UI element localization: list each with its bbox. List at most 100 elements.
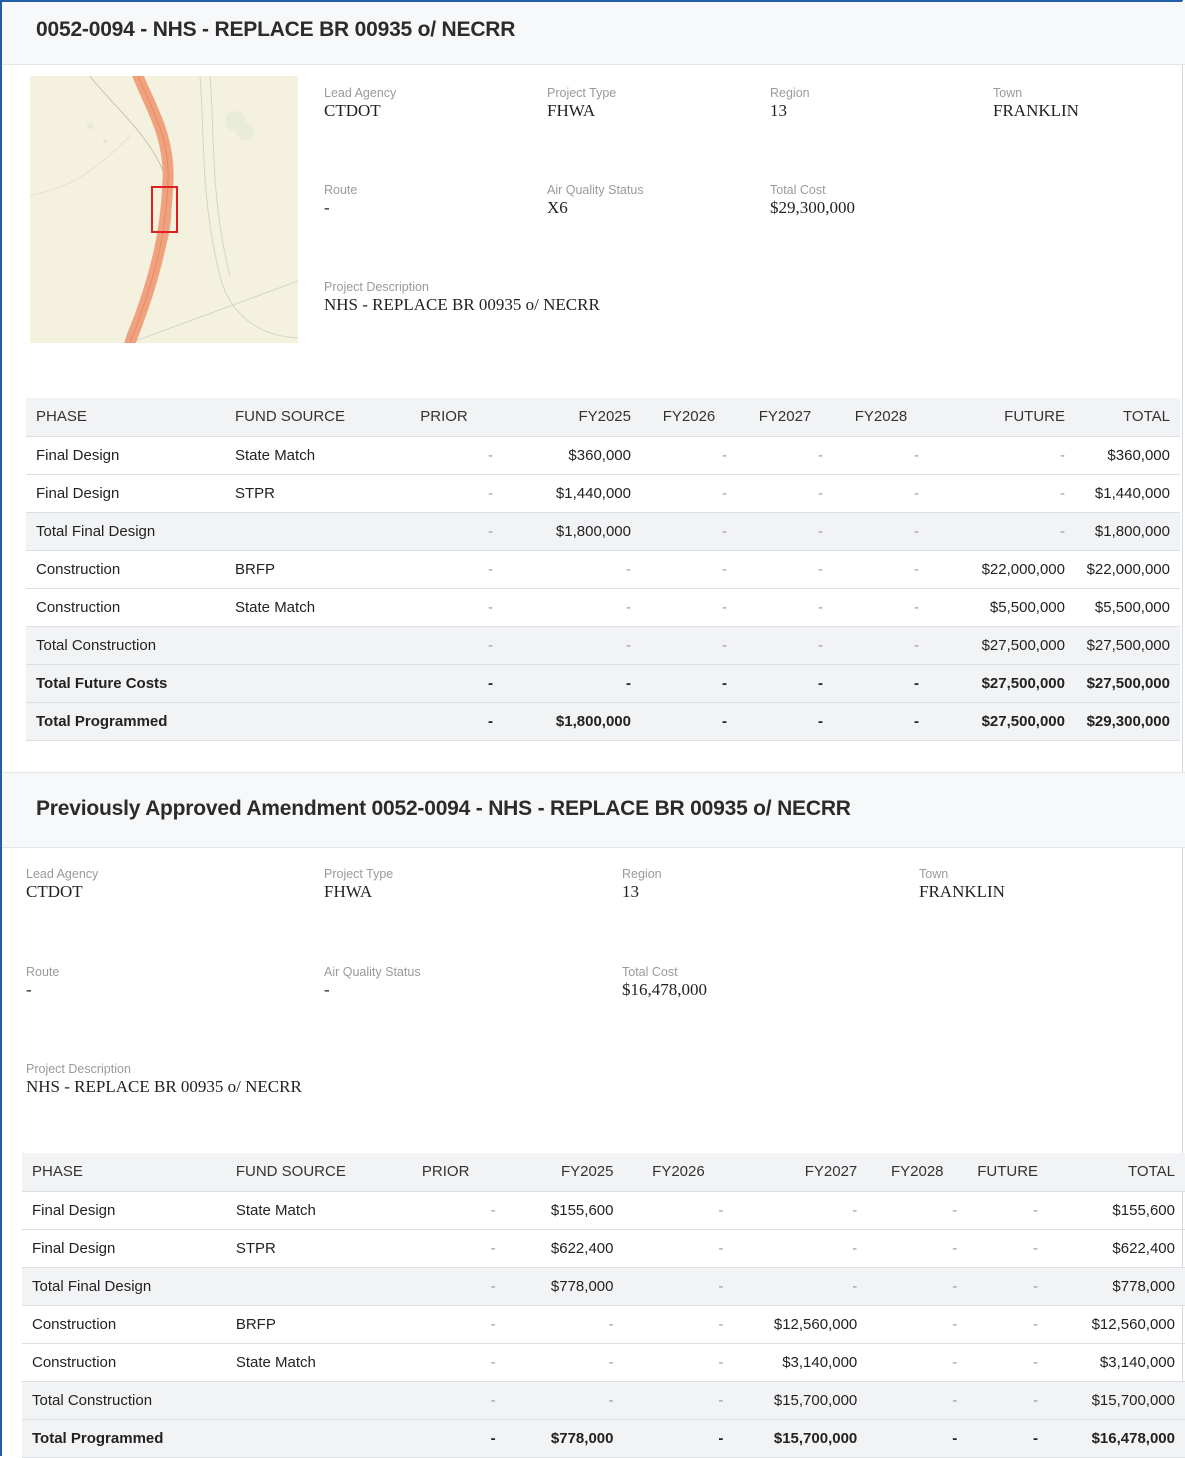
table-row: Construction State Match - - - $3,140,000- - $3… [22, 1343, 1185, 1382]
table-cell: - [641, 626, 737, 665]
table-cell: $1,800,000 [1075, 512, 1180, 551]
table-cell: - [623, 1343, 734, 1382]
table-cell: $1,440,000 [503, 474, 641, 513]
table-row: Total Programmed - $1,800,000- - - $27,500,00… [26, 702, 1180, 741]
table-cell: - [867, 1305, 968, 1344]
project-location-map[interactable] [30, 76, 298, 343]
table-cell [225, 702, 385, 741]
table-cell: - [623, 1267, 734, 1306]
table-cell: - [385, 1191, 506, 1230]
table-cell: - [641, 436, 737, 475]
table-cell: - [505, 1305, 624, 1344]
table-cell: - [623, 1419, 734, 1458]
total-cost-field: Total Cost $29,300,000 [770, 183, 855, 217]
table-cell: - [967, 1343, 1049, 1382]
table-cell: State Match [225, 588, 385, 627]
table-cell: $15,700,000 [733, 1419, 868, 1458]
table-row: Construction State Match - - - - - $5,500,000 $5… [26, 588, 1180, 627]
table-cell: $15,700,000 [733, 1381, 868, 1420]
table-cell: $1,800,000 [503, 702, 641, 741]
table-cell: - [867, 1419, 968, 1458]
amendment-lead-agency-field: Lead Agency CTDOT [26, 867, 99, 901]
table-cell: Final Design [26, 436, 225, 475]
table-row: Total Future Costs - - - - - $27,500,000 $27,50… [26, 664, 1180, 703]
table-cell: $778,000 [1048, 1267, 1185, 1306]
table-cell: - [929, 474, 1075, 513]
table-cell: - [641, 474, 737, 513]
table-cell: $27,500,000 [1075, 626, 1180, 665]
table-cell: - [833, 436, 929, 475]
table-cell: - [833, 474, 929, 513]
table-cell: $16,478,000 [1048, 1419, 1185, 1458]
column-header-fy2025: FY2025 [505, 1153, 624, 1192]
table-cell [225, 1267, 386, 1306]
table-cell: - [867, 1381, 968, 1420]
table-cell [225, 1381, 386, 1420]
table-cell: - [867, 1343, 968, 1382]
amendment-project-type-field: Project Type FHWA [324, 867, 394, 901]
table-cell: $1,440,000 [1075, 474, 1180, 513]
table-cell: - [641, 664, 737, 703]
table-cell: - [623, 1191, 734, 1230]
table-cell: - [833, 702, 929, 741]
town-field: Town FRANKLIN [993, 86, 1079, 120]
table-cell: $155,600 [1048, 1191, 1185, 1230]
table-cell: $360,000 [503, 436, 641, 475]
table-cell: - [385, 550, 503, 589]
table-cell: $622,400 [505, 1229, 624, 1268]
table-row: Construction BRFP - - - $12,560,000- - $12,560,… [22, 1305, 1185, 1344]
column-header-prior: PRIOR [385, 398, 503, 437]
table-cell [225, 1419, 386, 1458]
region-field: Region 13 [770, 86, 810, 120]
table-cell: $360,000 [1075, 436, 1180, 475]
table-cell: - [833, 550, 929, 589]
table-cell: - [737, 436, 833, 475]
table-cell: Final Design [26, 474, 225, 513]
table-cell: - [623, 1229, 734, 1268]
table-cell: $3,140,000 [733, 1343, 868, 1382]
map-graphic [30, 76, 298, 343]
table-cell: - [385, 436, 503, 475]
table-row: Final Design State Match - $155,600- - - - $155… [22, 1191, 1185, 1230]
table-cell: Total Future Costs [26, 664, 225, 703]
column-header-fy2026: FY2026 [623, 1153, 734, 1192]
project-cost-table: PHASE FUND SOURCE PRIOR FY2025 FY2026 FY2027 F… [26, 398, 1180, 741]
table-cell: Total Construction [26, 626, 225, 665]
amendment-town-field: Town FRANKLIN [919, 867, 1005, 901]
table-cell: - [733, 1267, 868, 1306]
project-header: 0052-0094 - NHS - REPLACE BR 00935 o/ NE… [2, 2, 1185, 65]
table-cell: - [641, 550, 737, 589]
table-cell: - [967, 1419, 1049, 1458]
table-cell: $27,500,000 [929, 664, 1075, 703]
table-header-row: PHASE FUND SOURCE PRIOR FY2025 FY2026 FY2027 F… [26, 398, 1180, 437]
column-header-fy2026: FY2026 [641, 398, 737, 437]
table-cell: - [967, 1305, 1049, 1344]
table-cell: BRFP [225, 550, 385, 589]
column-header-fund-source: FUND SOURCE [225, 1153, 386, 1192]
table-cell: - [641, 702, 737, 741]
table-cell: - [737, 550, 833, 589]
column-header-future: FUTURE [929, 398, 1075, 437]
table-cell: Total Final Design [26, 512, 225, 551]
table-cell: - [867, 1267, 968, 1306]
table-cell: - [733, 1229, 868, 1268]
table-row: Final Design STPR - $1,440,000- - - - $1,440,00… [26, 474, 1180, 513]
table-cell [225, 626, 385, 665]
table-cell: - [385, 1305, 506, 1344]
project-title: 0052-0094 - NHS - REPLACE BR 00935 o/ NE… [36, 18, 516, 41]
table-cell: - [833, 512, 929, 551]
column-header-fy2028: FY2028 [833, 398, 929, 437]
table-row: Total Construction - - - - - $27,500,000 $27,50… [26, 626, 1180, 665]
table-cell: $15,700,000 [1048, 1381, 1185, 1420]
table-cell: - [623, 1305, 734, 1344]
table-cell: Construction [22, 1343, 226, 1382]
table-row: Final Design STPR - $622,400- - - - $622,400 [22, 1229, 1185, 1268]
table-cell: - [929, 436, 1075, 475]
column-header-fy2027: FY2027 [733, 1153, 868, 1192]
table-cell: $22,000,000 [1075, 550, 1180, 589]
table-cell: - [505, 1343, 624, 1382]
table-cell: - [623, 1381, 734, 1420]
column-header-prior: PRIOR [385, 1153, 506, 1192]
table-header-row: PHASE FUND SOURCE PRIOR FY2025 FY2026 FY2027 F… [22, 1153, 1185, 1192]
project-description-field: Project Description NHS - REPLACE BR 009… [324, 280, 600, 314]
